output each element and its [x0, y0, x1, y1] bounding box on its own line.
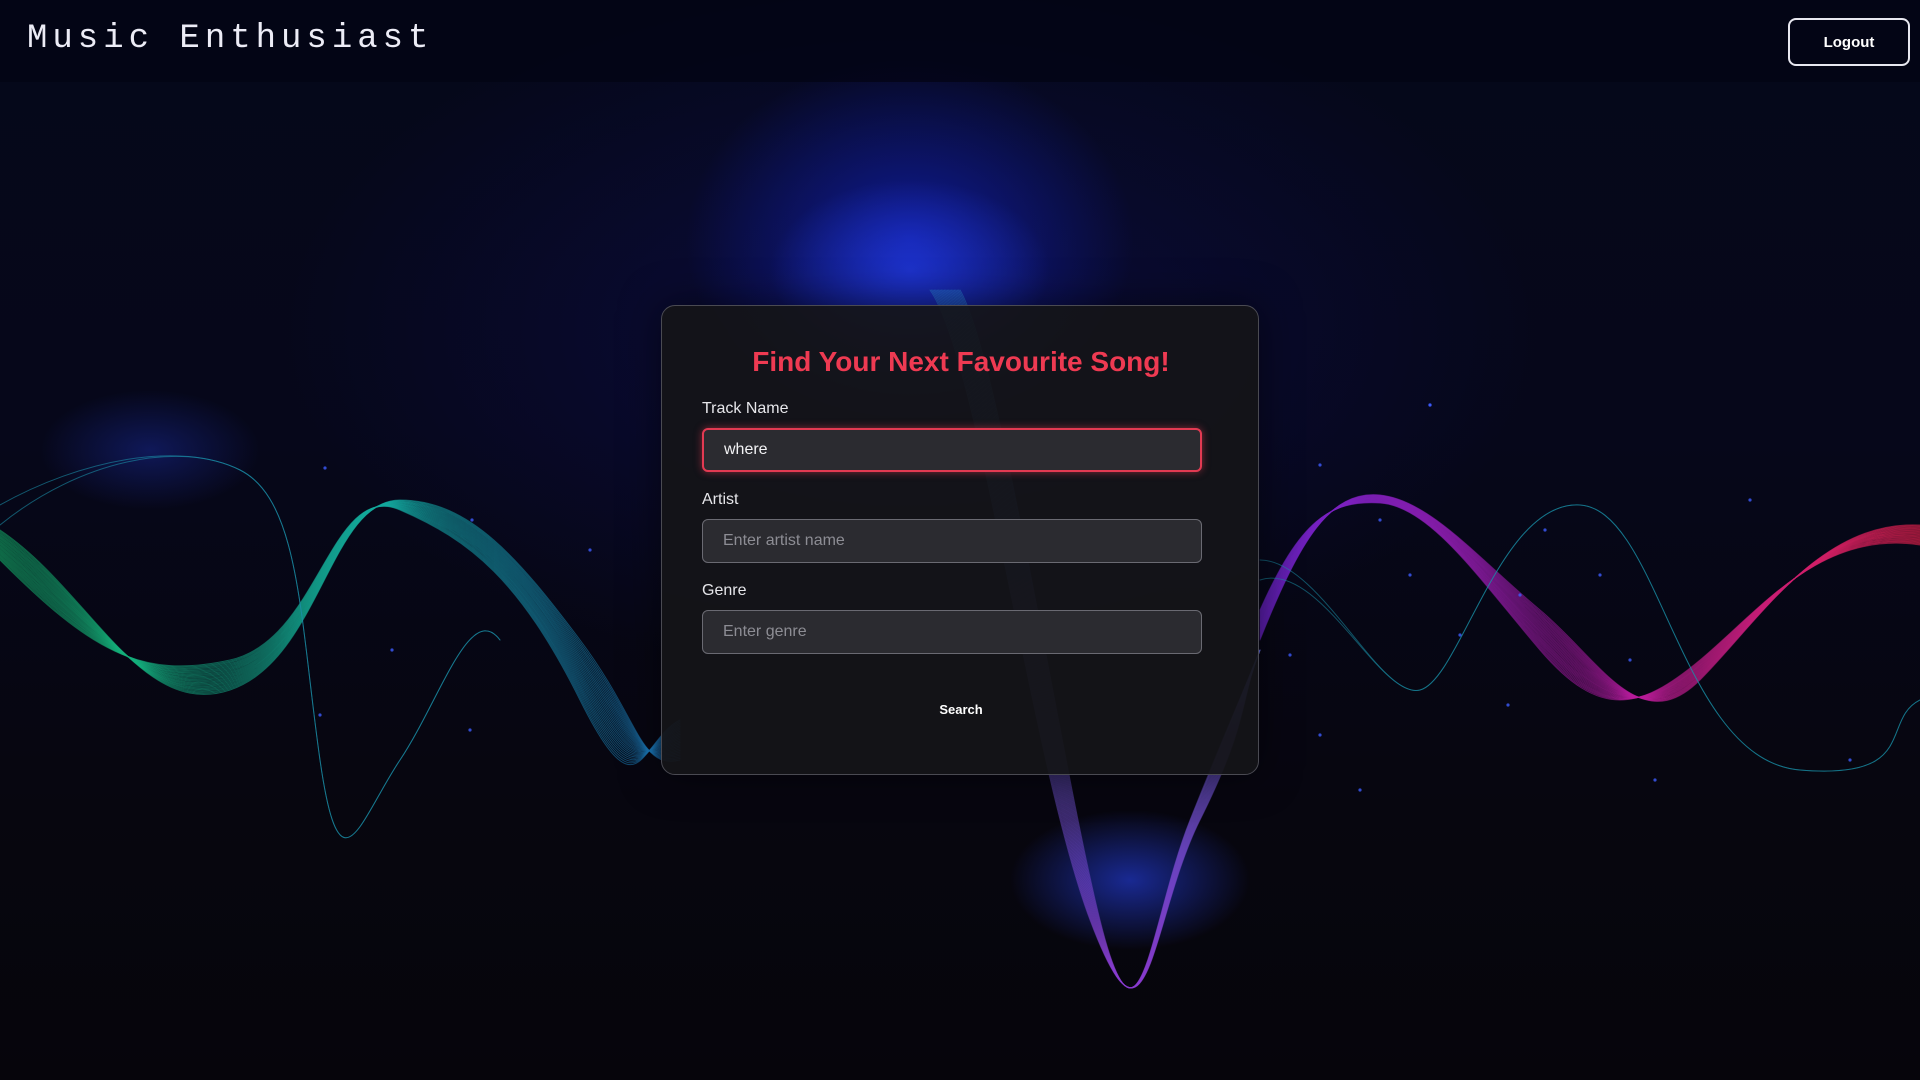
star-dot	[1598, 573, 1602, 577]
star-dot	[1428, 403, 1432, 407]
track-name-label: Track Name	[702, 400, 789, 417]
star-dot	[468, 728, 472, 732]
wave-line	[1259, 496, 1920, 699]
star-dot	[1288, 653, 1292, 657]
star-dot	[1748, 498, 1752, 502]
wave-line	[1259, 504, 1920, 772]
star-dot	[1358, 788, 1362, 792]
track-name-input[interactable]	[702, 428, 1202, 472]
search-card: Find Your Next Favourite Song! Track Nam…	[661, 305, 1259, 775]
artist-label: Artist	[702, 491, 739, 508]
star-dot	[1543, 528, 1547, 532]
star-dot	[1458, 633, 1462, 637]
star-dot	[1518, 593, 1522, 597]
star-dot	[1408, 573, 1412, 577]
star-dot	[318, 713, 322, 717]
logout-button[interactable]: Logout	[1788, 18, 1910, 66]
star-dot	[1628, 658, 1632, 662]
brand-title: Music Enthusiast	[27, 20, 434, 58]
star-dot	[588, 548, 592, 552]
star-dot	[1378, 518, 1382, 522]
star-dot	[1848, 758, 1852, 762]
wave-line	[1259, 504, 1920, 772]
star-dot	[1318, 463, 1322, 467]
star-dot	[470, 518, 474, 522]
artist-input[interactable]	[702, 519, 1202, 563]
card-title: Find Your Next Favourite Song!	[752, 346, 1170, 377]
star-dot	[323, 466, 327, 470]
genre-input[interactable]	[702, 610, 1202, 654]
star-dot	[1318, 733, 1322, 737]
star-dot	[1506, 703, 1510, 707]
search-button[interactable]: Search	[911, 692, 1011, 726]
genre-label: Genre	[702, 582, 747, 599]
star-dot	[390, 648, 394, 652]
star-dot	[1653, 778, 1657, 782]
top-header: Music Enthusiast Logout	[0, 0, 1920, 82]
